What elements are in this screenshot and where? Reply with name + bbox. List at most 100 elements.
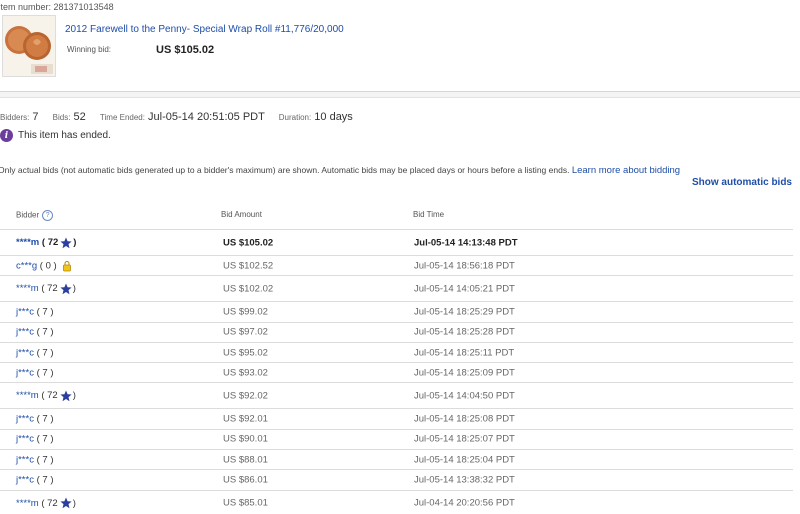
bidder-name-link[interactable]: ****m (16, 390, 39, 401)
bidder-name-link[interactable]: ****m (16, 237, 39, 248)
feedback-close: ) (72, 497, 76, 509)
bidder-name-link[interactable]: j***c (16, 347, 34, 358)
bid-time: Jul-05-14 14:05:21 PDT (414, 283, 515, 295)
table-row: j***c ( 7 ) US $99.02 Jul-05-14 18:25:29… (0, 301, 793, 321)
item-title-link[interactable]: 2012 Farewell to the Penny- Special Wrap… (65, 24, 344, 35)
feedback-score: ( 7 ) (36, 454, 54, 466)
bidder-name-link[interactable]: j***c (16, 475, 34, 486)
bidder-header-label: Bidder (16, 210, 40, 220)
table-row: c***g ( 0 ) US $102.52 Jul-05-14 18:56:1… (0, 255, 793, 275)
star-icon (60, 237, 72, 248)
bid-amount: US $92.02 (223, 390, 268, 402)
feedback-close: ) (73, 237, 77, 248)
bid-time: Jul-05-14 18:25:11 PDT (414, 347, 515, 359)
help-icon[interactable]: ? (42, 210, 54, 221)
winning-bid-label: Winning bid: (67, 45, 112, 54)
duration-label: Duration: (278, 113, 312, 122)
learn-more-link[interactable]: Learn more about bidding (572, 165, 680, 176)
bid-time-column-header: Bid Time (413, 210, 445, 219)
bidder-cell: j***c ( 7 ) (16, 475, 53, 486)
bid-time: Jul-04-14 20:20:56 PDT (414, 497, 515, 509)
bidder-name-link[interactable]: c***g (16, 260, 37, 271)
item-thumbnail[interactable] (2, 15, 56, 77)
table-row: ****m ( 72 ) US $105.02 Jul-05-14 14:13:… (0, 229, 793, 255)
auction-stats: Bidders: 7 Bids: 52 Time Ended: Jul-05-1… (0, 111, 353, 123)
winning-bid-value: US $105.02 (156, 44, 215, 56)
show-automatic-bids-link[interactable]: Show automatic bids (692, 177, 792, 188)
feedback-score: ( 7 ) (36, 306, 54, 318)
duration-value: 10 days (314, 111, 353, 123)
table-row: j***c ( 7 ) US $97.02 Jul-05-14 18:25:28… (0, 321, 793, 342)
table-row: j***c ( 7 ) US $88.01 Jul-05-14 18:25:04… (0, 449, 793, 469)
table-row: j***c ( 7 ) US $90.01 Jul-05-14 18:25:07… (0, 428, 793, 449)
bid-time: Jul-05-14 18:25:07 PDT (414, 433, 515, 445)
bidder-cell: ****m ( 72 ) (16, 237, 76, 249)
bidder-cell: ****m ( 72 ) (16, 497, 76, 509)
bidders-label: Bidders: (0, 113, 30, 122)
bidder-cell: ****m ( 72 ) (16, 283, 76, 295)
feedback-score: ( 7 ) (36, 347, 54, 359)
bid-time: Jul-05-14 18:25:28 PDT (414, 326, 515, 338)
bidder-cell: c***g ( 0 ) (16, 260, 72, 271)
bid-time: Jul-05-14 14:04:50 PDT (414, 390, 515, 402)
bidder-name-link[interactable]: j***c (16, 367, 34, 378)
bidder-name-link[interactable]: j***c (16, 454, 34, 465)
feedback-score: ( 7 ) (36, 433, 54, 445)
bidder-name-link[interactable]: j***c (16, 434, 34, 445)
feedback-score: ( 72 (41, 237, 59, 248)
new-user-icon (62, 260, 71, 272)
bidder-cell: j***c ( 7 ) (16, 367, 53, 378)
bidder-cell: j***c ( 7 ) (16, 454, 53, 465)
section-divider (0, 91, 800, 98)
bidder-name-link[interactable]: j***c (16, 327, 34, 338)
bid-amount: US $99.02 (223, 306, 268, 318)
bidder-name-link[interactable]: j***c (16, 306, 34, 317)
bidder-cell: j***c ( 7 ) (16, 327, 53, 338)
feedback-score: ( 7 ) (36, 326, 54, 338)
bid-time: Jul-05-14 18:25:04 PDT (414, 454, 515, 466)
feedback-score: ( 72 (41, 390, 58, 402)
bidder-name-link[interactable]: ****m (16, 498, 39, 509)
bid-amount-column-header: Bid Amount (221, 210, 262, 219)
table-row: ****m ( 72 ) US $85.01 Jul-04-14 20:20:5… (0, 489, 793, 514)
feedback-score: ( 7 ) (36, 367, 54, 379)
bid-amount: US $86.01 (223, 474, 268, 486)
feedback-score: ( 72 (41, 497, 58, 509)
bidder-cell: j***c ( 7 ) (16, 347, 53, 358)
table-row: ****m ( 72 ) US $92.02 Jul-05-14 14:04:5… (0, 382, 793, 408)
star-icon (60, 497, 72, 509)
bid-amount: US $102.52 (223, 260, 274, 272)
bid-time: Jul-05-14 18:25:29 PDT (414, 306, 515, 318)
bid-amount: US $95.02 (223, 347, 268, 359)
bidder-cell: j***c ( 7 ) (16, 306, 53, 317)
info-icon: i (0, 129, 13, 142)
bid-amount: US $90.01 (223, 433, 268, 445)
feedback-score: ( 7 ) (36, 413, 54, 425)
bid-amount: US $88.01 (223, 454, 268, 466)
table-row: j***c ( 7 ) US $93.02 Jul-05-14 18:25:09… (0, 362, 793, 382)
bid-amount: US $105.02 (223, 237, 274, 248)
bid-amount: US $102.02 (223, 283, 274, 295)
bid-time: Jul-05-14 14:13:48 PDT (414, 237, 518, 248)
time-ended-value: Jul-05-14 20:51:05 PDT (148, 111, 265, 123)
table-row: j***c ( 7 ) US $86.01 Jul-05-14 13:38:32… (0, 469, 793, 489)
bid-time: Jul-05-14 18:25:09 PDT (414, 367, 515, 379)
table-row: j***c ( 7 ) US $92.01 Jul-05-14 18:25:08… (0, 408, 793, 428)
star-icon (60, 283, 72, 294)
bidder-name-link[interactable]: ****m (16, 283, 39, 294)
bid-amount: US $85.01 (223, 497, 268, 509)
bid-history-table: ****m ( 72 ) US $105.02 Jul-05-14 14:13:… (0, 229, 793, 514)
disclaimer-text: Only actual bids (not automatic bids gen… (0, 165, 570, 175)
feedback-score: ( 72 (41, 283, 58, 295)
bid-amount: US $92.01 (223, 413, 268, 425)
table-row: j***c ( 7 ) US $95.02 Jul-05-14 18:25:11… (0, 341, 793, 362)
bid-time: Jul-05-14 18:56:18 PDT (414, 260, 515, 272)
item-ended-text: This item has ended. (18, 130, 111, 141)
item-number: Item number: 281371013548 (0, 2, 114, 12)
table-row: ****m ( 72 ) US $102.02 Jul-05-14 14:05:… (0, 275, 793, 301)
feedback-close: ) (72, 283, 76, 295)
bidder-name-link[interactable]: j***c (16, 414, 34, 425)
bid-time: Jul-05-14 13:38:32 PDT (414, 474, 515, 486)
bid-time: Jul-05-14 18:25:08 PDT (414, 413, 515, 425)
bidder-cell: j***c ( 7 ) (16, 434, 53, 445)
